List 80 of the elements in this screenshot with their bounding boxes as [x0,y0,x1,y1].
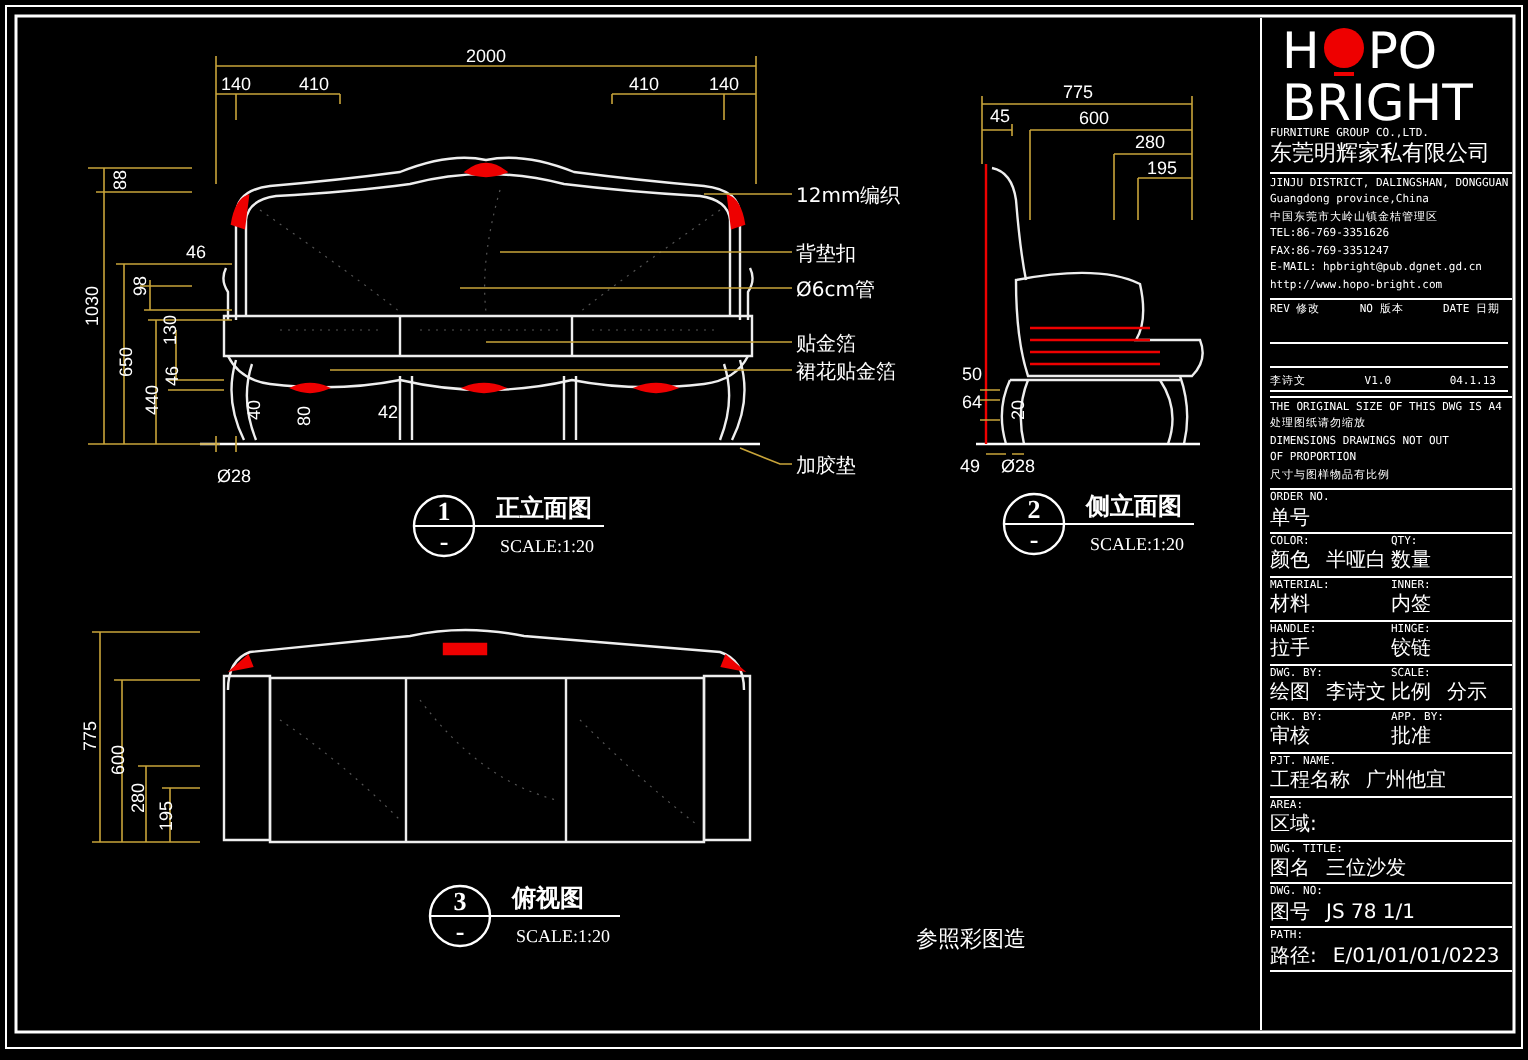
field-label: 数量 [1391,550,1431,574]
dimension-label: 775 [80,720,100,752]
field-label: 铰链 [1391,638,1431,662]
field-label: 审核 [1270,726,1310,750]
dimension-label: 140 [708,74,740,94]
view-number: 3 [453,886,467,916]
field-label: 比例 [1391,682,1431,706]
field-label: 图号 [1270,901,1310,925]
field-value: 广州他宜 [1366,770,1446,794]
dimension-label: 280 [128,782,148,814]
dimension-label: 46 [186,242,206,262]
callout-label: 背垫扣 [796,244,856,266]
dimension-label: 98 [130,276,150,296]
company-name: 东莞明辉家私有限公司 [1270,142,1512,175]
leader-line [703,193,793,195]
view-title: 正立面图 [496,494,592,522]
logo-text: PO [1367,25,1438,75]
field-label: 绘图 [1270,682,1310,706]
dimension-label: 49 [960,456,980,476]
field-label: 单号 [1270,507,1310,531]
view-scale: SCALE:1:20 [516,926,611,946]
field-value: E/01/01/01/0223 [1332,945,1500,969]
dimension-label: 280 [1134,132,1166,152]
logo-text: BRIGHT [1282,78,1473,128]
field-value: 半哑白 [1326,550,1386,574]
field-label: 材料 [1270,594,1310,618]
logo-ball-icon [1321,26,1366,78]
field-label: 工程名称 [1270,770,1350,794]
callout-label: 加胶垫 [796,456,856,478]
callout-label: 12mm编织 [796,186,901,208]
callout-label: 贴金箔 [796,334,856,356]
dimension-label: 195 [1146,158,1178,178]
dimension-label: 775 [1062,82,1094,102]
view-dash: - [455,916,465,946]
dimension-label: 440 [142,384,162,416]
dimension-label: 50 [962,364,982,384]
field-label: 内签 [1391,594,1431,618]
dimension-label: 88 [110,170,130,190]
field-label: 路径: [1270,945,1317,969]
field-value: JS 78 1/1 [1326,901,1415,925]
callout-label: 裙花贴金箔 [796,362,896,384]
dimension-label: 2000 [465,46,507,66]
callout-label: Ø6cm管 [796,280,875,302]
dimension-label: 45 [990,106,1010,126]
dimension-label: 410 [298,74,330,94]
view-dash: - [1029,524,1039,554]
dimension-label: 40 [244,400,264,420]
dimension-label: 195 [156,800,176,832]
view-number: 2 [1027,494,1041,524]
dimension-label: 20 [1008,400,1028,420]
dimension-label: 600 [1078,108,1110,128]
view-title: 侧立面图 [1086,492,1182,520]
logo-text: H [1282,25,1320,75]
dimension-label: 64 [962,392,982,412]
leader-line [739,447,793,465]
dimension-label: 1030 [82,285,102,327]
dimension-label: 80 [294,406,314,426]
field-label: 图名 [1270,857,1310,881]
dimension-label: 650 [116,346,136,378]
dimension-label: 46 [162,366,182,386]
view-title: 俯视图 [512,884,584,912]
dimension-label: Ø28 [217,466,251,486]
dimension-label: 600 [108,744,128,776]
field-value: 三位沙发 [1326,857,1406,881]
dimension-label: 410 [628,74,660,94]
view-number: 1 [437,496,451,526]
dimension-label: Ø28 [1001,456,1035,476]
view-scale: SCALE:1:20 [500,536,595,556]
dimension-label: 130 [160,314,180,346]
view-scale: SCALE:1:20 [1090,534,1185,554]
field-value: 分示 [1447,682,1487,706]
field-value: 李诗文 [1326,682,1386,706]
dimension-label: 42 [378,402,398,422]
drawing-note: 参照彩图造 [916,926,1026,952]
dimension-label: 140 [220,74,252,94]
field-label: 区域: [1270,814,1317,837]
field-label: 颜色 [1270,550,1310,574]
view-dash: - [439,526,449,556]
field-label: 拉手 [1270,638,1310,662]
field-label: 批准 [1391,726,1431,750]
